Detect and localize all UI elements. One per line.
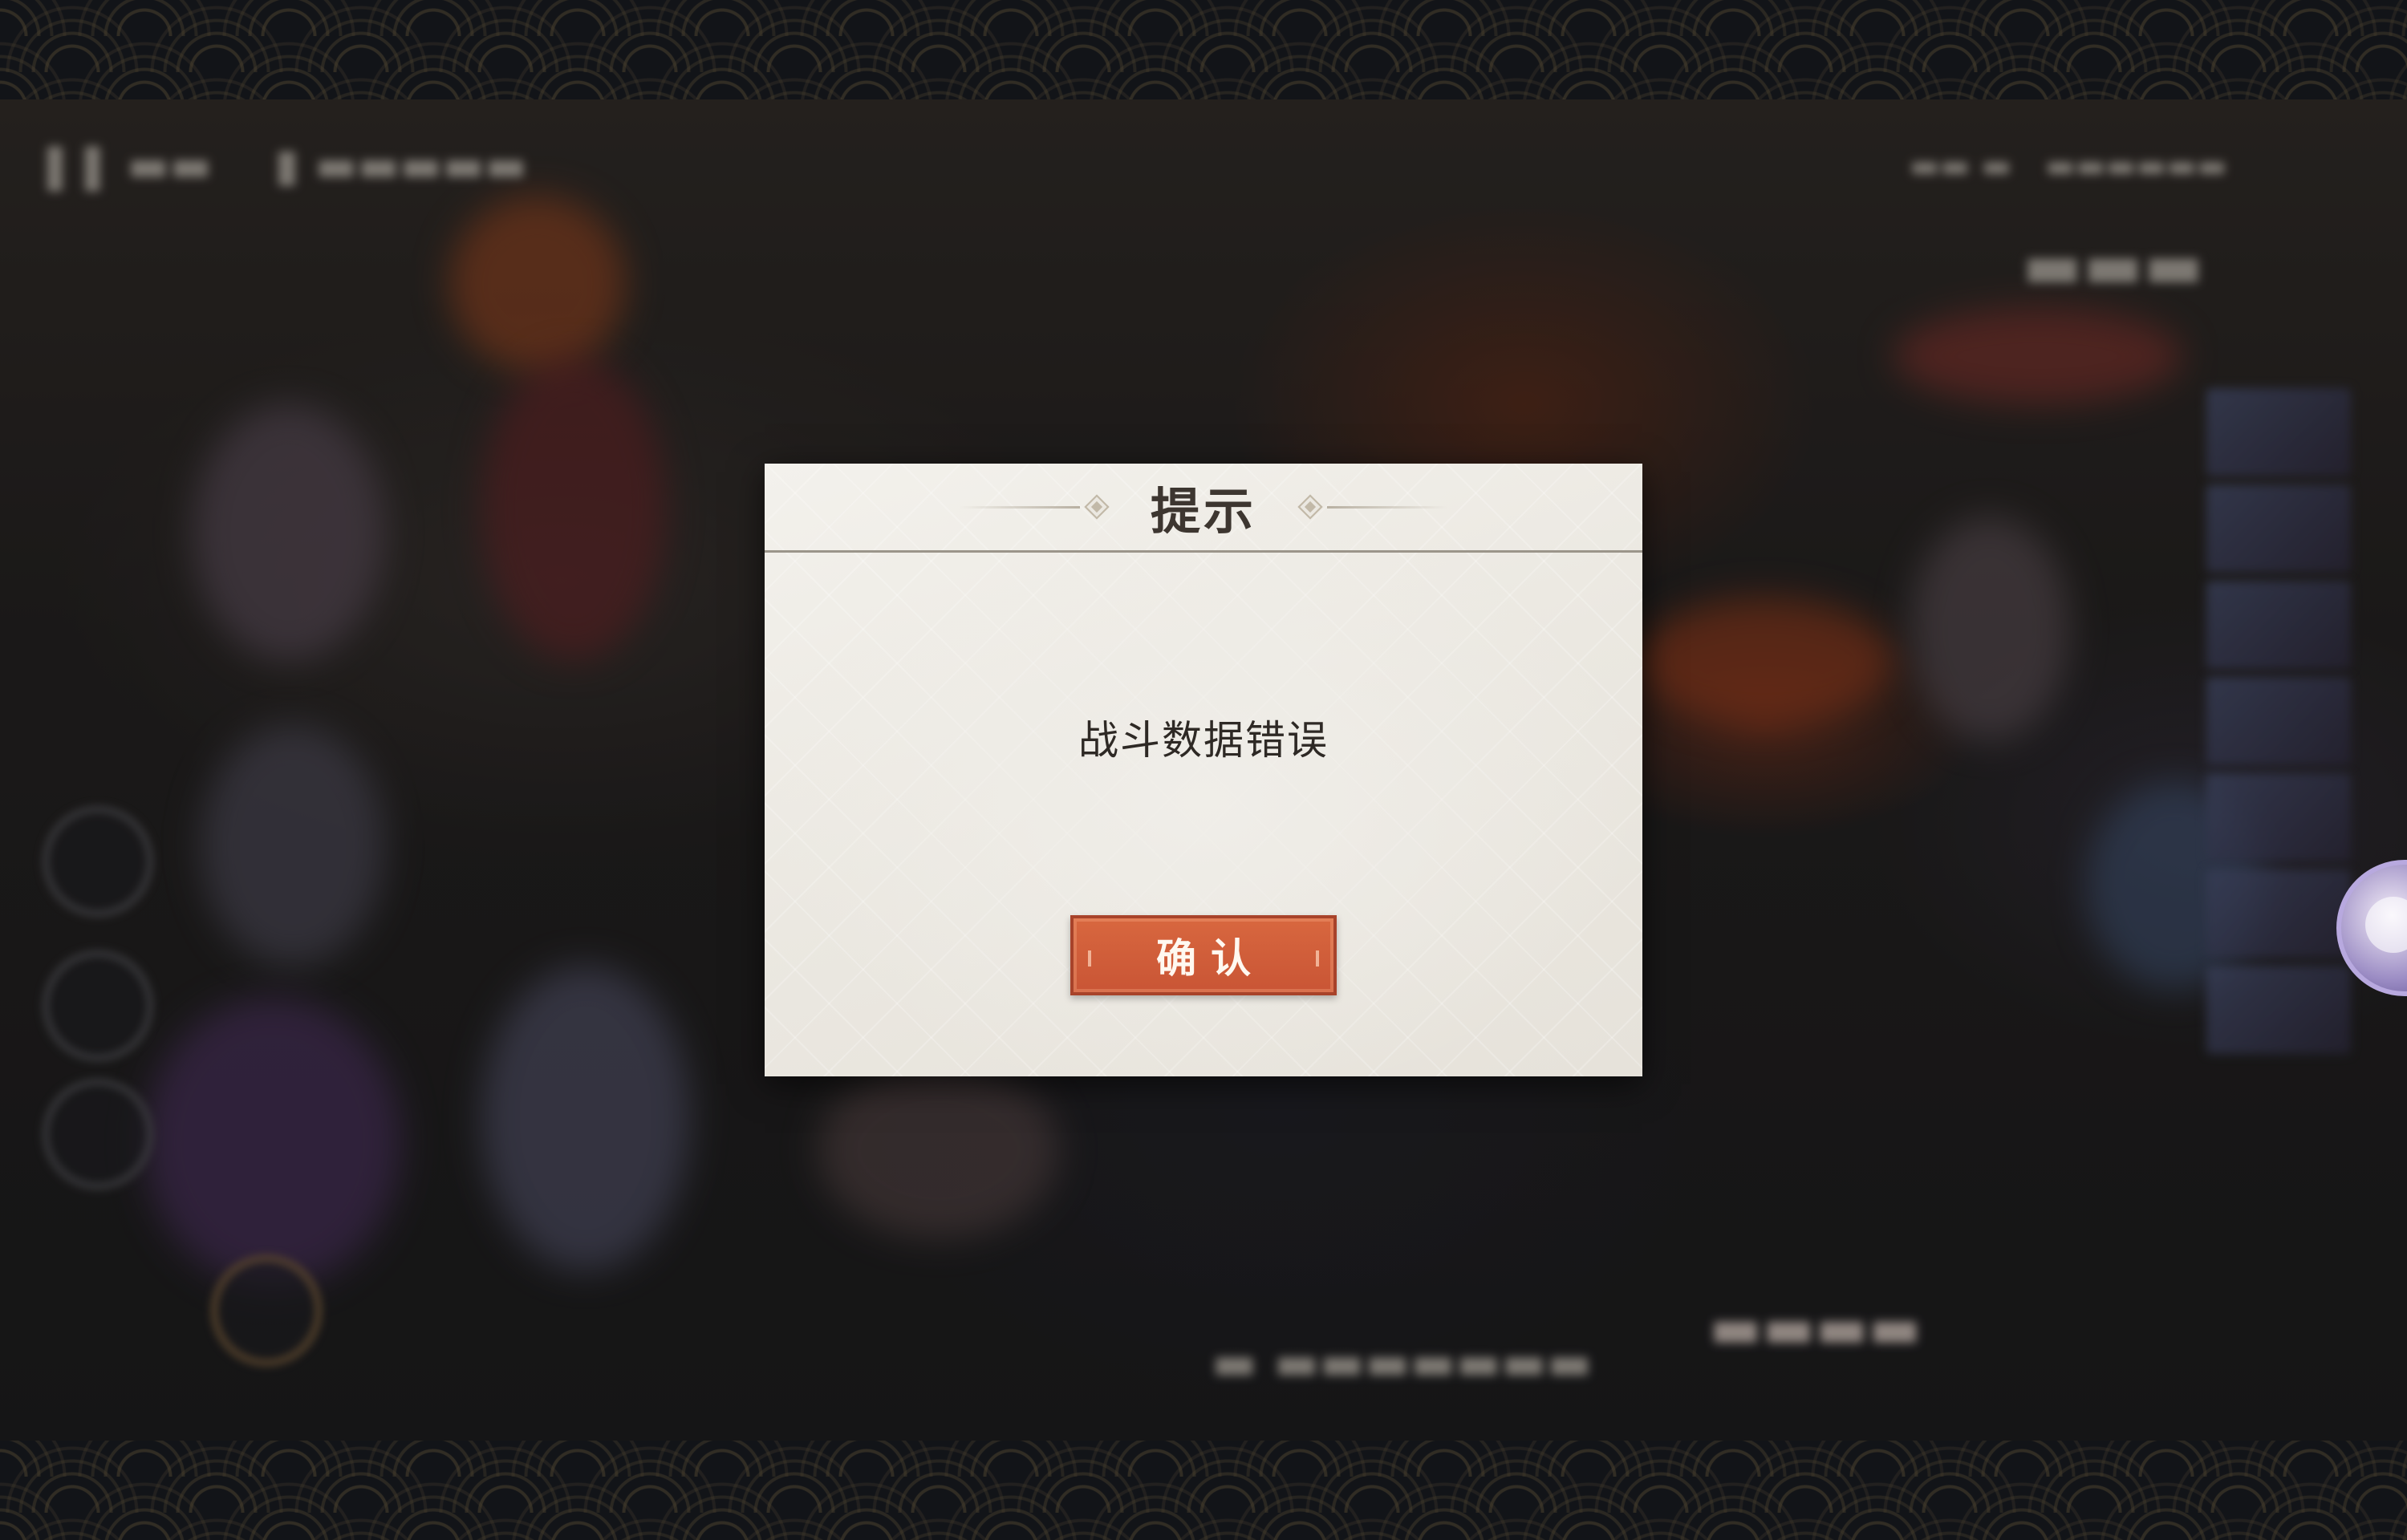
confirm-button-label: 确认 xyxy=(1156,934,1265,982)
dialog-title: 提示 xyxy=(1150,482,1256,541)
game-screen: ❚❚ ▬▬ ▮ ▬▬▬▬▬ ▬▬ ▬ ▬▬▬▬▬▬ ▬▬▬ ▬▬▬▬ ▬ ▬▬▬… xyxy=(0,0,2407,1540)
dialog-message: 战斗数据错误 xyxy=(1078,717,1329,764)
confirm-button[interactable]: 确认 xyxy=(1070,915,1337,995)
dialog-header: 提示 xyxy=(765,464,1642,553)
button-ornament xyxy=(1088,950,1091,967)
diamond-ornament-icon xyxy=(1084,494,1110,520)
ornament-line-left xyxy=(959,505,1080,509)
alert-dialog: 提示 战斗数据错误 确认 xyxy=(765,464,1642,1076)
button-ornament xyxy=(1316,950,1319,967)
diamond-ornament-icon xyxy=(1297,494,1323,520)
ornament-line-right xyxy=(1327,505,1447,509)
